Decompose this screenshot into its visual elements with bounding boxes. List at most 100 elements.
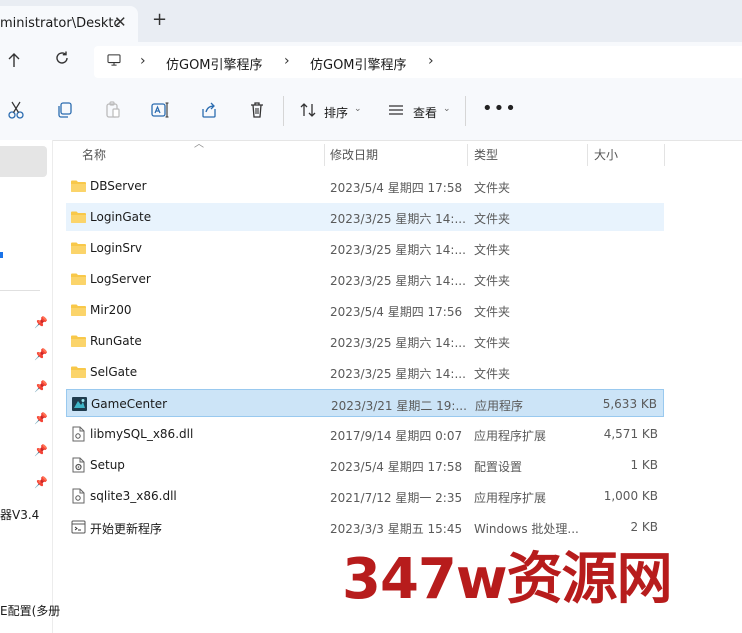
folder-icon — [70, 209, 87, 225]
folder-icon — [70, 302, 87, 318]
copy-icon[interactable] — [55, 100, 75, 120]
batch-icon — [70, 519, 87, 535]
column-type[interactable]: 类型 — [474, 146, 498, 163]
rename-icon[interactable] — [150, 100, 170, 120]
file-date: 2023/5/4 星期四 17:58 — [330, 181, 463, 195]
breadcrumb-item[interactable]: 仿GOM引擎程序 — [166, 54, 263, 73]
chevron-right-icon: › — [140, 53, 146, 69]
config-icon — [70, 457, 87, 473]
file-row[interactable]: LoginSrv 2023/3/25 星期六 14:... 文件夹 — [66, 234, 664, 262]
pin-icon[interactable]: 📌 — [34, 444, 48, 457]
file-row[interactable]: Setup 2023/5/4 星期四 17:58 配置设置 1 KB — [66, 451, 664, 479]
app-icon — [71, 396, 88, 412]
file-row[interactable]: libmySQL_x86.dll 2017/9/14 星期四 0:07 应用程序扩展… — [66, 420, 664, 448]
folder-icon — [70, 178, 87, 194]
address-bar[interactable]: › 仿GOM引擎程序 › 仿GOM引擎程序 › — [94, 46, 742, 78]
file-size: 1 KB — [630, 458, 658, 472]
file-date: 2023/3/3 星期五 15:45 — [330, 522, 463, 536]
file-date: 2023/5/4 星期四 17:56 — [330, 305, 463, 319]
file-type: 文件夹 — [474, 305, 511, 319]
column-divider[interactable] — [467, 144, 468, 166]
file-row[interactable]: GameCenter 2023/3/21 星期二 19:... 应用程序 5,633 … — [66, 389, 664, 417]
view-button[interactable]: 查看 — [413, 104, 437, 121]
file-size: 2 KB — [630, 520, 658, 534]
file-type: 文件夹 — [474, 274, 511, 288]
file-date: 2021/7/12 星期一 2:35 — [330, 491, 463, 505]
tab-current[interactable]: ministrator\Desktc ✕ — [0, 6, 138, 42]
close-icon[interactable]: ✕ — [114, 13, 127, 31]
file-name: GameCenter — [91, 397, 168, 411]
file-row[interactable]: LogServer 2023/3/25 星期六 14:... 文件夹 — [66, 265, 664, 293]
file-name: RunGate — [90, 334, 142, 348]
nav-item-label[interactable]: E配置(多册 — [0, 602, 60, 619]
file-row[interactable]: RunGate 2023/3/25 星期六 14:... 文件夹 — [66, 327, 664, 355]
chevron-down-icon: ⌄ — [443, 104, 451, 114]
nav-item-label[interactable]: 器V3.4 — [0, 506, 39, 523]
new-tab-icon[interactable]: + — [152, 10, 167, 30]
pin-icon[interactable]: 📌 — [34, 316, 48, 329]
folder-icon — [70, 271, 87, 287]
file-type: Windows 批处理... — [474, 522, 579, 536]
file-date: 2023/3/25 星期六 14:... — [330, 336, 466, 350]
file-row[interactable]: DBServer 2023/5/4 星期四 17:58 文件夹 — [66, 172, 664, 200]
more-options-icon[interactable]: ••• — [482, 98, 517, 119]
chevron-right-icon[interactable]: › — [428, 53, 434, 69]
file-name: Setup — [90, 458, 125, 472]
tab-title: ministrator\Desktc — [0, 16, 121, 31]
file-row[interactable]: Mir200 2023/5/4 星期四 17:56 文件夹 — [66, 296, 664, 324]
share-icon[interactable] — [199, 100, 219, 120]
computer-icon — [107, 54, 121, 66]
file-date: 2023/5/4 星期四 17:58 — [330, 460, 463, 474]
file-type: 应用程序扩展 — [474, 491, 547, 505]
chevron-down-icon: ⌄ — [354, 104, 362, 114]
arrow-up-icon[interactable] — [6, 51, 22, 69]
file-type: 文件夹 — [474, 243, 511, 257]
delete-icon[interactable] — [247, 100, 267, 120]
refresh-icon[interactable] — [54, 50, 70, 66]
file-size: 5,633 KB — [602, 397, 657, 411]
sort-icon[interactable] — [298, 100, 318, 120]
file-row[interactable]: SelGate 2023/3/25 星期六 14:... 文件夹 — [66, 358, 664, 386]
column-date[interactable]: 修改日期 — [330, 146, 378, 163]
file-name: LoginGate — [90, 210, 152, 224]
file-type: 配置设置 — [474, 460, 523, 474]
file-date: 2023/3/25 星期六 14:... — [330, 367, 466, 381]
pin-icon[interactable]: 📌 — [34, 380, 48, 393]
file-row[interactable]: LoginGate 2023/3/25 星期六 14:... 文件夹 — [66, 203, 664, 231]
view-icon[interactable] — [386, 100, 406, 120]
pin-icon[interactable]: 📌 — [34, 476, 48, 489]
file-type: 文件夹 — [474, 212, 511, 226]
file-name: sqlite3_x86.dll — [90, 489, 177, 503]
column-divider[interactable] — [587, 144, 588, 166]
toolbar-divider — [283, 96, 284, 126]
file-date: 2023/3/25 星期六 14:... — [330, 274, 466, 288]
file-name: LogServer — [90, 272, 151, 286]
pin-icon[interactable]: 📌 — [34, 348, 48, 361]
file-row[interactable]: 开始更新程序 2023/3/3 星期五 15:45 Windows 批处理... 2 … — [66, 513, 664, 541]
nav-indicator — [0, 252, 3, 258]
file-type: 文件夹 — [474, 367, 511, 381]
file-size: 1,000 KB — [603, 489, 658, 503]
navigation-pane: 📌 📌 📌 📌 📌 📌 器V3.4 E配置(多册 — [0, 140, 60, 633]
file-type: 文件夹 — [474, 181, 511, 195]
pin-icon[interactable]: 📌 — [34, 412, 48, 425]
file-name: libmySQL_x86.dll — [90, 427, 194, 441]
file-name: LoginSrv — [90, 241, 143, 255]
folder-icon — [70, 364, 87, 380]
file-date: 2023/3/25 星期六 14:... — [330, 212, 466, 226]
nav-item-selected[interactable] — [0, 146, 47, 177]
address-row: › 仿GOM引擎程序 › 仿GOM引擎程序 › — [0, 42, 742, 82]
column-divider[interactable] — [664, 144, 665, 166]
column-size[interactable]: 大小 — [594, 146, 618, 163]
cut-icon[interactable] — [6, 100, 26, 120]
file-type: 应用程序 — [475, 399, 524, 413]
column-name[interactable]: 名称 — [82, 146, 106, 163]
file-date: 2017/9/14 星期四 0:07 — [330, 429, 463, 443]
sort-button[interactable]: 排序 — [324, 104, 348, 121]
breadcrumb-item[interactable]: 仿GOM引擎程序 — [310, 54, 407, 73]
folder-icon — [70, 240, 87, 256]
folder-icon — [70, 333, 87, 349]
file-row[interactable]: sqlite3_x86.dll 2021/7/12 星期一 2:35 应用程序扩展 1… — [66, 482, 664, 510]
column-divider[interactable] — [324, 144, 325, 166]
file-type: 应用程序扩展 — [474, 429, 547, 443]
